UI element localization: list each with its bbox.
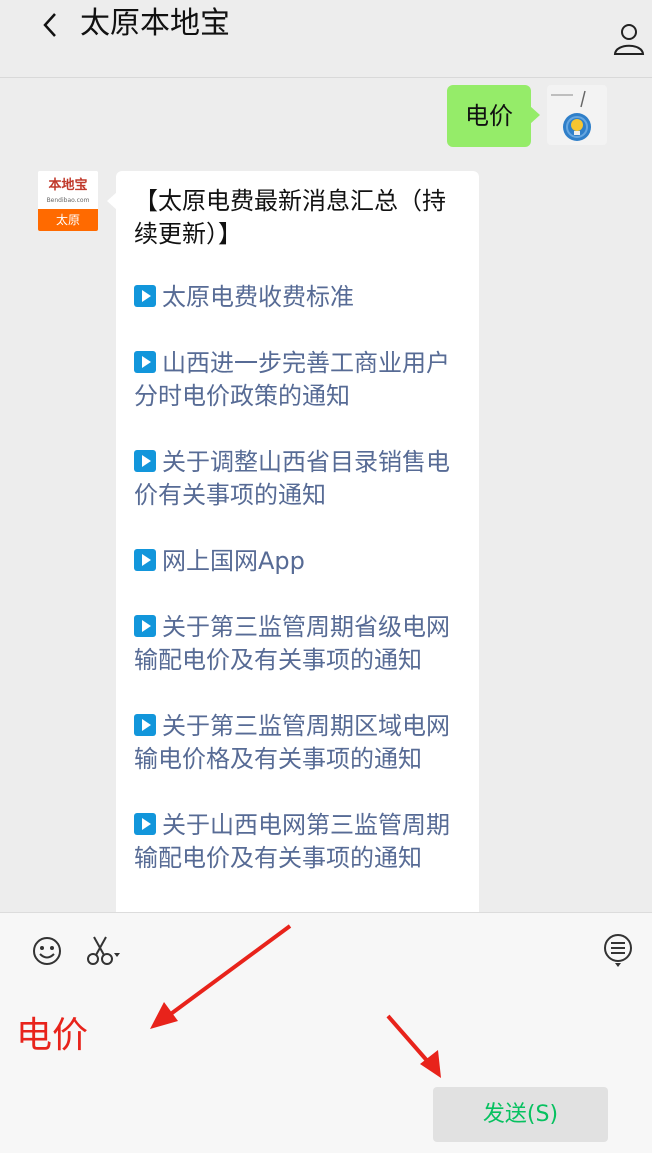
chat-area[interactable]: 电价 本地宝 Bendibao.com 太原 【太原电费最新消息汇总（持续更新）…: [0, 78, 652, 912]
link-item[interactable]: 关于第三监管周期区域电网输电价格及有关事项的通知: [134, 710, 465, 776]
play-icon: [134, 549, 156, 571]
message-title: 【太原电费最新消息汇总（持续更新）】: [134, 187, 446, 248]
send-button[interactable]: 发送(S): [433, 1087, 608, 1142]
link-item[interactable]: 关于调整山西省目录销售电价有关事项的通知: [134, 446, 465, 512]
play-icon: [134, 285, 156, 307]
link-text[interactable]: 关于第三监管周期区域电网输电价格及有关事项的通知: [134, 712, 450, 773]
link-item[interactable]: 网上国网App: [134, 545, 465, 578]
link-text[interactable]: 网上国网App: [162, 547, 305, 575]
link-item[interactable]: 关于山西电网第三监管周期输配电价及有关事项的通知: [134, 809, 465, 875]
chat-header: 太原本地宝: [0, 0, 652, 78]
play-icon: [134, 615, 156, 637]
link-text[interactable]: 关于调整山西省目录销售电价有关事项的通知: [134, 448, 450, 509]
chat-history-icon[interactable]: [603, 933, 633, 969]
link-text[interactable]: 关于第三监管周期省级电网输配电价及有关事项的通知: [134, 613, 450, 674]
link-text[interactable]: 山西进一步完善工商业用户分时电价政策的通知: [134, 349, 450, 410]
user-avatar[interactable]: [547, 85, 607, 145]
scissors-icon[interactable]: [86, 933, 122, 967]
chat-title: 太原本地宝: [80, 6, 230, 41]
bot-city: 太原: [38, 209, 98, 231]
user-message-bubble[interactable]: 电价: [447, 85, 540, 147]
emoji-icon[interactable]: [31, 935, 63, 967]
sun-avatar-icon: [551, 90, 591, 141]
bot-domain: Bendibao.com: [46, 197, 90, 204]
bot-message-bubble: 【太原电费最新消息汇总（持续更新）】 太原电费收费标准 山西进一步完善工商业用户…: [107, 171, 479, 912]
link-item[interactable]: 山西进一步完善工商业用户分时电价政策的通知: [134, 347, 465, 413]
link-text[interactable]: 太原电费收费标准: [162, 283, 354, 311]
play-icon: [134, 813, 156, 835]
link-item[interactable]: 太原电费收费标准: [134, 281, 465, 314]
message-input[interactable]: 电价: [16, 1011, 88, 1061]
link-text[interactable]: 关于山西电网第三监管周期输配电价及有关事项的通知: [134, 811, 450, 872]
play-icon: [134, 714, 156, 736]
input-area: 电价 发送(S): [0, 912, 652, 1153]
profile-icon[interactable]: [612, 22, 646, 56]
back-icon[interactable]: [38, 8, 62, 42]
play-icon: [134, 450, 156, 472]
bot-avatar-top: 本地宝 Bendibao.com: [38, 171, 98, 209]
bot-avatar[interactable]: 本地宝 Bendibao.com 太原: [38, 171, 98, 231]
play-icon: [134, 351, 156, 373]
link-item[interactable]: 关于第三监管周期省级电网输配电价及有关事项的通知: [134, 611, 465, 677]
bot-brand: 本地宝: [48, 178, 88, 193]
